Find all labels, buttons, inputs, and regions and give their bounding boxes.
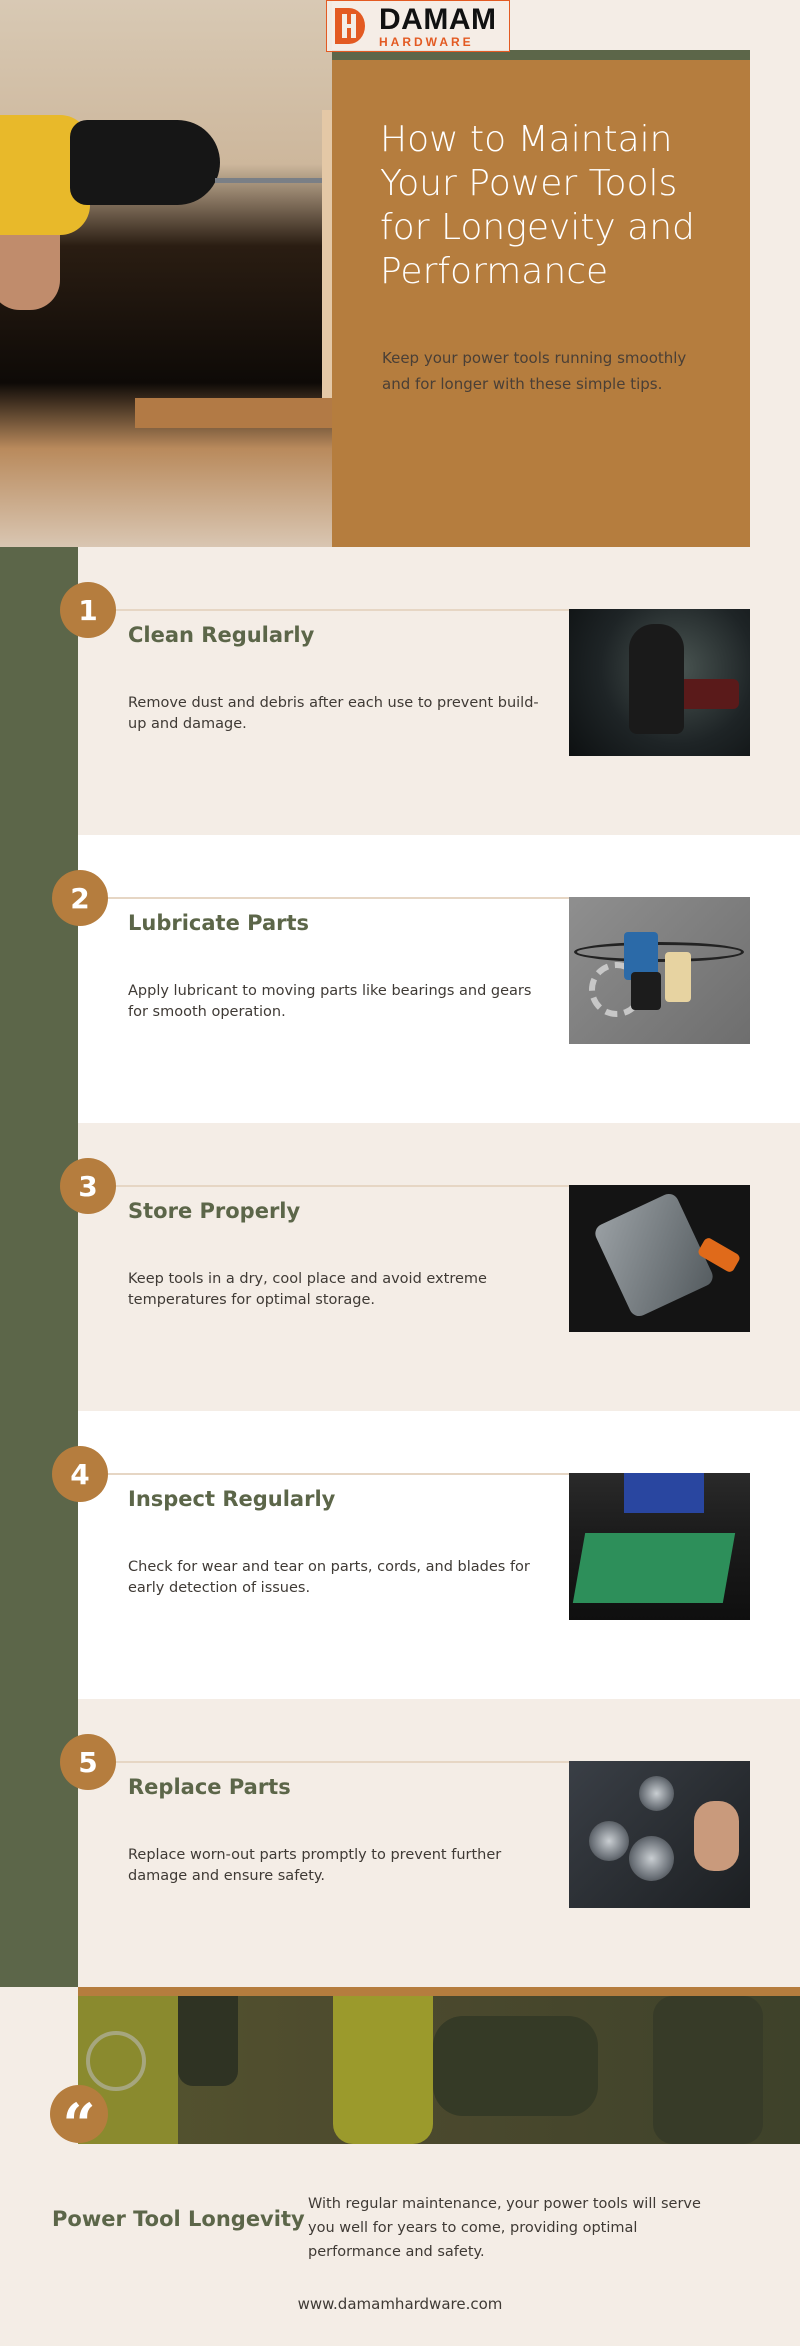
part-shape xyxy=(629,1836,674,1881)
drill-bit-shape xyxy=(215,178,325,183)
figure-shape xyxy=(629,624,684,734)
closing-text: With regular maintenance, your power too… xyxy=(308,2196,701,2260)
hero-subtitle: Keep your power tools running smoothly a… xyxy=(382,349,687,393)
filter-shape xyxy=(631,972,661,1010)
drill-chuck-shape xyxy=(70,120,220,205)
footer-tools-photo xyxy=(78,1996,800,2144)
closing-title: Power Tool Longevity xyxy=(52,2207,305,2231)
grip-shape xyxy=(433,2016,598,2116)
step-title: Store Properly xyxy=(128,1199,301,1223)
quote-icon: “ xyxy=(50,2085,108,2159)
step-number-badge: 2 xyxy=(52,870,108,926)
logo-mark-icon xyxy=(335,8,365,44)
page-title: How to Maintain Your Power Tools for Lon… xyxy=(380,119,695,292)
step-number-badge: 5 xyxy=(60,1734,116,1790)
logo-name: DAMAM xyxy=(379,3,497,36)
step-title: Inspect Regularly xyxy=(128,1487,336,1511)
step-photo-parts xyxy=(569,897,750,1044)
step-description: Keep tools in a dry, cool place and avoi… xyxy=(128,1271,487,1308)
step-title: Clean Regularly xyxy=(128,623,315,647)
step-description: Check for wear and tear on parts, cords,… xyxy=(128,1559,530,1596)
step-photo-mechanic xyxy=(569,609,750,756)
drill-shape xyxy=(333,1996,433,2144)
step-description: Apply lubricant to moving parts like bea… xyxy=(128,983,532,1020)
step-divider xyxy=(78,609,570,611)
part-shape xyxy=(639,1776,674,1811)
tray-shape xyxy=(572,1533,736,1603)
step-divider xyxy=(78,1761,570,1763)
multitool-shape xyxy=(592,1190,716,1320)
step-item: 5 Replace Parts Replace worn-out parts p… xyxy=(60,1699,800,1987)
step-divider xyxy=(78,1473,570,1475)
step-item: 2 Lubricate Parts Apply lubricant to mov… xyxy=(52,835,800,1123)
hero-drill-photo xyxy=(0,0,332,547)
step-number-badge: 1 xyxy=(60,582,116,638)
level-bubble-shape xyxy=(86,2031,146,2091)
step-title: Lubricate Parts xyxy=(128,911,310,935)
step-item: 3 Store Properly Keep tools in a dry, co… xyxy=(60,1123,800,1411)
brand-logo[interactable]: DAMAM HARDWARE xyxy=(326,0,510,52)
step-item: 4 Inspect Regularly Check for wear and t… xyxy=(52,1411,800,1699)
step-title: Replace Parts xyxy=(128,1775,291,1799)
website-link[interactable]: www.damamhardware.com xyxy=(0,2295,800,2313)
step-item: 1 Clean Regularly Remove dust and debris… xyxy=(60,547,800,835)
wood-board-shape xyxy=(322,110,332,400)
step-divider xyxy=(78,897,570,899)
filter-shape xyxy=(665,952,691,1002)
step-description: Replace worn-out parts promptly to preve… xyxy=(128,1847,502,1884)
step-photo-toolbox xyxy=(569,1473,750,1620)
belt-shape xyxy=(574,942,744,962)
hand-shape xyxy=(694,1801,739,1871)
step-photo-multitool xyxy=(569,1185,750,1332)
step-number-badge: 4 xyxy=(52,1446,108,1502)
grip-shape xyxy=(653,1996,763,2144)
footer-accent-bar xyxy=(78,1987,800,1996)
step-number-badge: 3 xyxy=(60,1158,116,1214)
part-shape xyxy=(589,1821,629,1861)
shirt-shape xyxy=(624,1473,704,1513)
handle-shape xyxy=(178,1996,238,2086)
logo-tagline: HARDWARE xyxy=(379,35,474,49)
wood-plank-shape xyxy=(135,398,332,428)
step-divider xyxy=(78,1185,570,1187)
step-description: Remove dust and debris after each use to… xyxy=(128,695,539,732)
step-photo-replacement xyxy=(569,1761,750,1908)
